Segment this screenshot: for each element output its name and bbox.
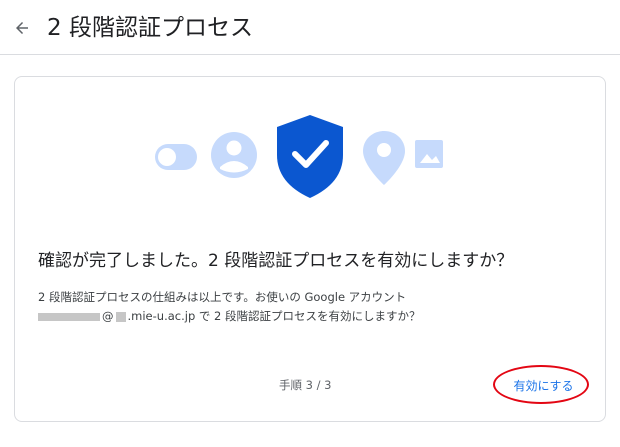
page-title: 2 段階認証プロセス	[47, 15, 253, 41]
location-pin-icon	[363, 131, 405, 185]
account-domain: .mie-u.ac.jp	[127, 309, 196, 323]
description: 2 段階認証プロセスの仕組みは以上です。お使いの Google アカウント @.…	[38, 288, 578, 326]
enable-button[interactable]: 有効にする	[496, 366, 591, 404]
account-icon	[211, 132, 257, 178]
step-indicator: 手順 3 / 3	[279, 378, 332, 392]
description-line-1: 2 段階認証プロセスの仕組みは以上です。お使いの Google アカウント	[38, 290, 407, 304]
illustration	[155, 115, 443, 198]
shield-check-icon	[277, 115, 343, 198]
redacted-subdomain	[115, 311, 126, 322]
arrow-back-icon	[16, 22, 28, 34]
image-icon	[415, 140, 443, 168]
back-button[interactable]	[10, 16, 34, 40]
description-line-2: @ .mie-u.ac.jp で 2 段階認証プロセスを有効にしますか？	[38, 307, 578, 326]
account-at: @	[102, 309, 114, 323]
header: 2 段階認証プロセス	[0, 0, 620, 55]
confirmation-card: 確認が完了しました。2 段階認証プロセスを有効にしますか？ 2 段階認証プロセス…	[14, 76, 606, 422]
description-line-2-suffix: で 2 段階認証プロセスを有効にしますか？	[195, 309, 421, 323]
confirmation-heading: 確認が完了しました。2 段階認証プロセスを有効にしますか？	[38, 251, 514, 271]
toggle-icon	[155, 144, 197, 170]
redacted-account-name	[38, 312, 100, 321]
